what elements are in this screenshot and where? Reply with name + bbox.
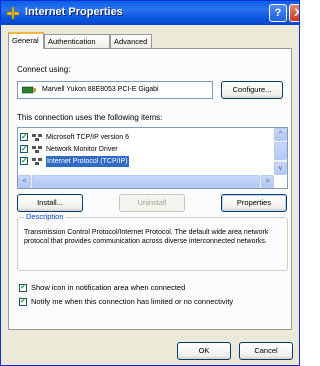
description-group: Description Transmission Control Protoco… <box>17 212 288 271</box>
vertical-scrollbar[interactable]: ^ v <box>274 128 287 175</box>
internet-properties-window: Internet Properties ? X General Authenti… <box>0 0 300 366</box>
tab-authentication[interactable]: Authentication <box>44 34 110 48</box>
item-checkbox[interactable]: ✓ <box>20 132 28 141</box>
ok-button[interactable]: OK <box>177 342 231 360</box>
adapter-field: Marvell Yukon 88E8053 PCI-E Gigabi <box>17 81 213 99</box>
general-tab-panel: Connect using: Marvell Yukon 88E8053 PCI… <box>8 48 292 330</box>
install-button[interactable]: Install... <box>17 194 83 212</box>
uninstall-button[interactable]: Uninstall <box>119 194 185 212</box>
configure-button[interactable]: Configure... <box>221 81 283 99</box>
show-icon-label[interactable]: Show icon in notification area when conn… <box>31 283 185 292</box>
window-title: Internet Properties <box>25 6 123 18</box>
connect-using-label: Connect using: <box>17 65 71 74</box>
scroll-right-button[interactable]: > <box>261 175 274 188</box>
item-label: Network Monitor Driver <box>46 146 118 153</box>
tab-general[interactable]: General <box>8 32 44 49</box>
notify-label[interactable]: Notify me when this connection has limit… <box>31 297 233 306</box>
vertical-scroll-thumb[interactable] <box>274 142 287 160</box>
scroll-up-button[interactable]: ^ <box>274 128 287 141</box>
title-bar[interactable]: Internet Properties ? X <box>1 1 299 25</box>
description-text: Transmission Control Protocol/Internet P… <box>24 229 269 245</box>
protocol-icon <box>32 134 42 141</box>
network-card-icon <box>22 86 36 94</box>
notify-checkbox[interactable]: ✓ <box>19 296 27 306</box>
cancel-button[interactable]: Cancel <box>239 342 293 360</box>
scroll-down-button[interactable]: v <box>274 162 287 175</box>
horizontal-scroll-thumb[interactable] <box>32 175 260 188</box>
components-list[interactable]: ✓ Microsoft TCP/IP version 6 ✓ Network M… <box>17 127 288 189</box>
adapter-name: Marvell Yukon 88E8053 PCI-E Gigabi <box>42 86 159 93</box>
description-title: Description <box>24 212 66 221</box>
tab-advanced[interactable]: Advanced <box>110 34 152 48</box>
horizontal-scrollbar[interactable]: < > <box>18 175 274 188</box>
items-label: This connection uses the following items… <box>17 113 163 122</box>
protocol-icon <box>32 146 42 153</box>
show-icon-checkbox[interactable]: ✓ <box>19 282 27 292</box>
item-checkbox[interactable]: ✓ <box>20 144 28 153</box>
item-label: Internet Protocol (TCP/IP) <box>46 156 129 167</box>
item-checkbox[interactable]: ✓ <box>20 156 28 165</box>
scroll-left-button[interactable]: < <box>18 175 31 188</box>
protocol-icon <box>32 158 42 165</box>
properties-button[interactable]: Properties <box>221 194 287 212</box>
help-button[interactable]: ? <box>269 4 287 22</box>
item-label: Microsoft TCP/IP version 6 <box>46 134 129 141</box>
network-connection-icon <box>6 6 20 20</box>
close-button[interactable]: X <box>289 4 299 22</box>
